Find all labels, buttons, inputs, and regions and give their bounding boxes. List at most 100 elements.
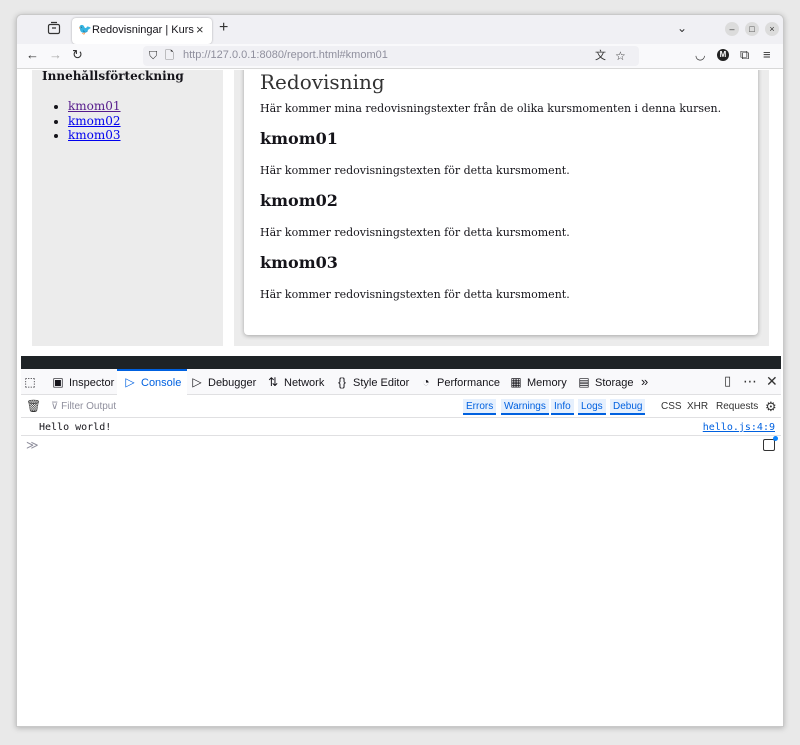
- filter-output-input[interactable]: ⊽ Filter Output: [51, 399, 451, 415]
- tab-performance-label: Performance: [437, 377, 500, 389]
- filter-placeholder: Filter Output: [61, 401, 117, 412]
- hamburger-menu-icon[interactable]: ≡: [763, 47, 771, 63]
- tab-performance[interactable]: ◔ Performance: [419, 369, 500, 395]
- bookmark-star-icon[interactable]: ☆: [615, 48, 626, 64]
- devtools-splitter[interactable]: [21, 356, 781, 369]
- element-picker-icon[interactable]: ⬚: [23, 369, 41, 395]
- filter-logs-button[interactable]: Logs: [578, 399, 606, 415]
- filter-warnings-button[interactable]: Warnings: [501, 399, 549, 415]
- pocket-icon[interactable]: ◡: [695, 47, 705, 63]
- page-icon[interactable]: 🗋: [165, 48, 174, 64]
- tab-inspector[interactable]: ▣ Inspector: [51, 369, 114, 395]
- editor-mode-icon[interactable]: [763, 436, 778, 451]
- tab-style-editor[interactable]: {} Style Editor: [335, 369, 409, 395]
- toc-heading: Innehållsförteckning: [42, 70, 184, 83]
- console-message: Hello world! hello.js:4:9: [21, 419, 781, 436]
- browser-window: 🐦 Redovisningar | Kursen w × + ⌄ – □ × ←…: [16, 14, 784, 727]
- trash-icon[interactable]: 🗑: [26, 399, 41, 413]
- url-path: :8080/report.html#kmom01: [256, 49, 388, 61]
- filter-debug-button[interactable]: Debug: [610, 399, 646, 415]
- section-heading-kmom03: kmom03: [260, 253, 338, 272]
- console-message-text: Hello world!: [39, 422, 112, 433]
- console-message-source-link[interactable]: hello.js:4:9: [703, 422, 775, 433]
- tab-console-label: Console: [141, 377, 182, 389]
- tab-style-editor-label: Style Editor: [353, 377, 410, 389]
- filter-icon: ⊽: [51, 401, 62, 412]
- url-bar[interactable]: ⛉ 🗋 http://127.0.0.1:8080/report.html#km…: [143, 46, 639, 66]
- close-devtools-icon[interactable]: ✕: [766, 374, 778, 388]
- page-title: Redovisning: [260, 70, 385, 94]
- report-card: Redovisning Här kommer mina redovisnings…: [244, 70, 758, 335]
- more-tabs-icon[interactable]: »: [641, 369, 648, 395]
- section-text-kmom03: Här kommer redovisningstexten för detta …: [260, 288, 570, 301]
- network-icon: ⇅: [267, 375, 279, 389]
- tab-network-label: Network: [284, 377, 325, 389]
- tab-console[interactable]: ▷ Console: [117, 369, 188, 395]
- extensions-icon[interactable]: ⧉: [740, 47, 749, 63]
- toc-link-kmom01[interactable]: kmom01: [68, 99, 121, 113]
- toc-item: kmom02: [68, 114, 213, 129]
- more-options-icon[interactable]: ⋯: [743, 374, 757, 388]
- tab-list-button[interactable]: [47, 21, 63, 37]
- console-input[interactable]: ≫: [21, 436, 781, 457]
- url-host: 127.0.0.1: [210, 49, 257, 61]
- section-heading-kmom02: kmom02: [260, 191, 338, 210]
- back-arrow-icon[interactable]: ←: [26, 47, 39, 63]
- prompt-chevron-icon: ≫: [26, 438, 39, 452]
- account-icon[interactable]: M: [717, 49, 729, 61]
- reload-icon[interactable]: ↻: [72, 47, 83, 63]
- tab-title: Redovisningar | Kursen w: [92, 24, 194, 36]
- tab-debugger[interactable]: ▷ Debugger: [190, 369, 256, 395]
- dock-toggle-icon[interactable]: ▯: [724, 374, 731, 388]
- filter-css-button[interactable]: CSS: [661, 399, 682, 415]
- forward-arrow-icon[interactable]: →: [49, 47, 62, 63]
- toc-list: kmom01 kmom02 kmom03: [42, 99, 213, 143]
- tab-memory-label: Memory: [527, 377, 567, 389]
- main-area: Redovisning Här kommer mina redovisnings…: [234, 70, 769, 346]
- page-viewport: Innehållsförteckning kmom01 kmom02 kmom0…: [17, 70, 783, 357]
- tab-network[interactable]: ⇅ Network: [266, 369, 324, 395]
- table-of-contents: Innehållsförteckning kmom01 kmom02 kmom0…: [32, 70, 223, 346]
- shield-icon[interactable]: ⛉: [149, 48, 157, 64]
- browser-tab[interactable]: 🐦 Redovisningar | Kursen w ×: [72, 18, 212, 44]
- tab-list-icon: [47, 21, 61, 35]
- filter-info-button[interactable]: Info: [551, 399, 574, 415]
- devtools-panel: ⬚ ▣ Inspector ▷ Console ▷ Debugger ⇅ Network…: [21, 356, 781, 726]
- toc-link-kmom02[interactable]: kmom02: [68, 114, 121, 128]
- section-heading-kmom01: kmom01: [260, 129, 338, 148]
- url-prefix: http://: [183, 49, 211, 61]
- toc-link-kmom03[interactable]: kmom03: [68, 128, 121, 142]
- tab-inspector-label: Inspector: [69, 377, 115, 389]
- close-window-button[interactable]: ×: [765, 22, 779, 36]
- bird-favicon-icon: 🐦: [78, 24, 92, 36]
- storage-icon: ▤: [578, 375, 590, 389]
- minimize-button[interactable]: –: [725, 22, 739, 36]
- intro-text: Här kommer mina redovisningstexter från …: [260, 102, 722, 115]
- chevron-down-icon[interactable]: ⌄: [677, 21, 687, 35]
- section-text-kmom01: Här kommer redovisningstexten för detta …: [260, 164, 570, 177]
- console-filter-bar: 🗑 ⊽ Filter Output Errors Warnings Info L…: [21, 396, 781, 418]
- toc-item: kmom01: [68, 99, 213, 114]
- navigation-bar: ← → ↻ ⛉ 🗋 http://127.0.0.1:8080/report.h…: [17, 44, 783, 69]
- tab-debugger-label: Debugger: [208, 377, 257, 389]
- toc-item: kmom03: [68, 128, 213, 143]
- tab-storage-label: Storage: [595, 377, 634, 389]
- filter-errors-button[interactable]: Errors: [463, 399, 497, 415]
- tab-memory[interactable]: ▦ Memory: [509, 369, 567, 395]
- url-text: http://127.0.0.1:8080/report.html#kmom01: [183, 49, 388, 61]
- gauge-icon: ◔: [422, 375, 430, 389]
- maximize-button[interactable]: □: [745, 22, 759, 36]
- gear-icon[interactable]: ⚙: [765, 399, 777, 415]
- new-tab-button[interactable]: +: [219, 19, 228, 37]
- inspector-icon: ▣: [52, 375, 64, 389]
- tab-storage[interactable]: ▤ Storage: [577, 369, 634, 395]
- close-tab-icon[interactable]: ×: [196, 22, 204, 38]
- memory-chip-icon: ▦: [510, 375, 522, 389]
- console-icon: ▷: [125, 375, 135, 389]
- devtools-toolbar: ⬚ ▣ Inspector ▷ Console ▷ Debugger ⇅ Network…: [21, 369, 781, 395]
- braces-icon: {}: [337, 375, 346, 389]
- section-text-kmom02: Här kommer redovisningstexten för detta …: [260, 226, 570, 239]
- filter-xhr-button[interactable]: XHR: [687, 399, 708, 415]
- translate-icon[interactable]: 文: [595, 48, 606, 64]
- filter-requests-button[interactable]: Requests: [716, 399, 758, 415]
